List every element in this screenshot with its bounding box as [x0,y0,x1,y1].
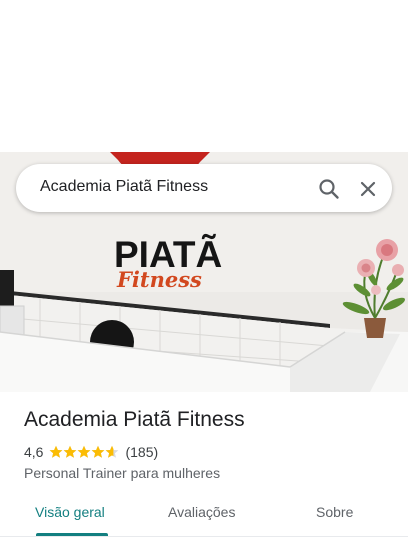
tab-divider [0,536,408,537]
place-title: Academia Piatã Fitness [24,408,245,431]
logo-text-fitness: Fitness [116,267,202,292]
review-count[interactable]: (185) [125,444,158,460]
rating-stars [49,445,119,459]
star-icon [106,445,119,458]
tab-about[interactable]: Sobre [316,504,353,520]
star-icon [92,445,105,458]
search-input[interactable]: Academia Piatã Fitness [40,178,208,196]
tab-overview[interactable]: Visão geral [35,504,105,520]
place-tabs: Visão geral Avaliações Sobre [0,496,408,537]
rating-value: 4,6 [24,444,44,460]
close-icon[interactable] [355,176,381,202]
rating-row[interactable]: 4,6 (185) [24,443,158,461]
tab-reviews[interactable]: Avaliações [168,504,235,520]
star-icon [78,445,91,458]
map-area-blank [0,0,408,152]
search-bar[interactable]: Academia Piatã Fitness [16,164,392,212]
star-icon [50,445,63,458]
star-icon [64,445,77,458]
place-category: Personal Trainer para mulheres [24,465,221,481]
search-icon[interactable] [316,176,342,202]
